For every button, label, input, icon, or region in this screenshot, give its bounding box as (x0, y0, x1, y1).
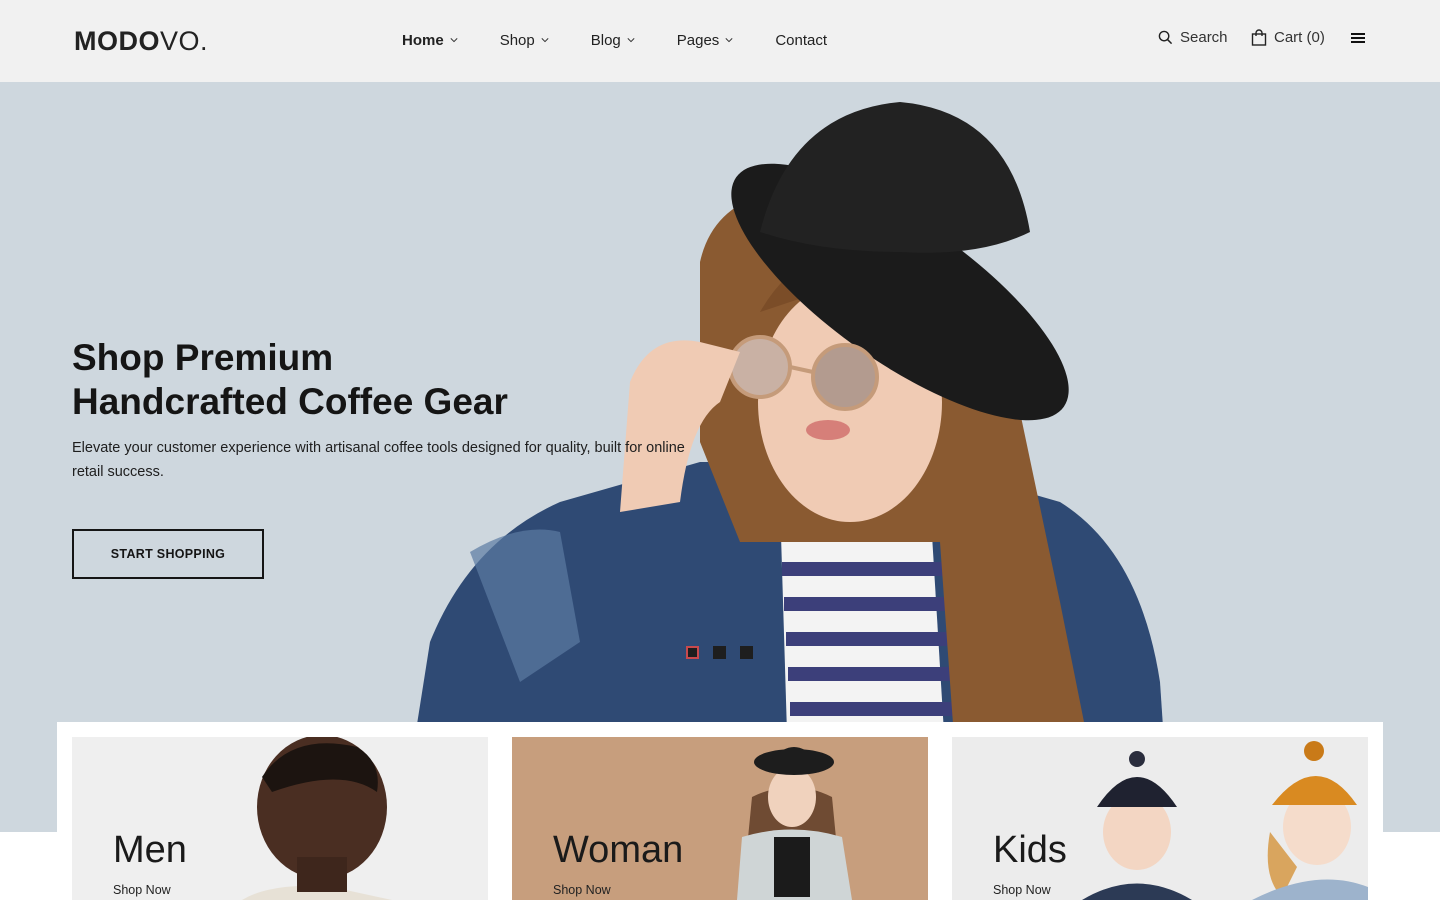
chevron-down-icon (627, 38, 635, 43)
slider-dot-2[interactable] (713, 646, 726, 659)
category-title: Men (113, 829, 187, 871)
men-category-image (72, 737, 488, 900)
kids-category-image (952, 737, 1368, 900)
woman-category-image (512, 737, 928, 900)
shop-now-link[interactable]: Shop Now (993, 883, 1051, 897)
hero-slider: Shop Premium Handcrafted Coffee Gear Ele… (0, 82, 1440, 832)
nav-label: Home (402, 31, 444, 49)
chevron-down-icon (450, 38, 458, 43)
category-card-woman[interactable]: Woman Shop Now (512, 737, 928, 900)
brand-logo[interactable]: MODOVO. (74, 26, 208, 57)
nav-label: Contact (775, 31, 828, 49)
search-button[interactable]: Search (1158, 29, 1228, 46)
slider-dot-1[interactable] (686, 646, 699, 659)
hero-title-line-2: Handcrafted Coffee Gear (72, 381, 508, 422)
search-icon (1158, 30, 1173, 45)
nav-item-blog[interactable]: Blog (591, 30, 635, 50)
main-navigation: Home Shop Blog Pages Contact (402, 30, 869, 50)
cart-button[interactable]: Cart (0) (1251, 29, 1325, 46)
category-title: Kids (993, 829, 1067, 871)
search-label: Search (1180, 29, 1228, 46)
nav-item-home[interactable]: Home (402, 30, 458, 50)
chevron-down-icon (541, 38, 549, 43)
slider-pagination (686, 646, 753, 659)
category-title: Woman (553, 829, 684, 871)
nav-label: Shop (499, 31, 535, 49)
cart-label: Cart (0) (1274, 29, 1325, 46)
category-strip: Men Shop Now Woman Shop Now Kids Shop No… (57, 722, 1383, 900)
nav-item-shop[interactable]: Shop (500, 30, 549, 50)
site-header: MODOVO. Home Shop Blog Pages Contact Sea… (0, 0, 1440, 82)
shopping-bag-icon (1251, 29, 1267, 46)
shop-now-link[interactable]: Shop Now (553, 883, 611, 897)
nav-item-contact[interactable]: Contact (775, 30, 827, 50)
hamburger-menu-icon[interactable] (1351, 33, 1365, 43)
logo-bold-text: MODO (74, 26, 160, 56)
start-shopping-button[interactable]: START SHOPPING (72, 529, 264, 579)
nav-item-pages[interactable]: Pages (677, 30, 734, 50)
shop-now-link[interactable]: Shop Now (113, 883, 171, 897)
nav-label: Pages (676, 31, 720, 49)
hero-subtitle: Elevate your customer experience with ar… (72, 440, 685, 480)
nav-label: Blog (590, 31, 621, 49)
slider-dot-3[interactable] (740, 646, 753, 659)
category-card-men[interactable]: Men Shop Now (72, 737, 488, 900)
category-card-kids[interactable]: Kids Shop Now (952, 737, 1368, 900)
hero-title-line-1: Shop Premium (72, 337, 334, 378)
chevron-down-icon (725, 38, 733, 43)
hero-title: Shop Premium Handcrafted Coffee Gear (72, 336, 592, 424)
logo-thin-text: VO. (160, 26, 209, 56)
